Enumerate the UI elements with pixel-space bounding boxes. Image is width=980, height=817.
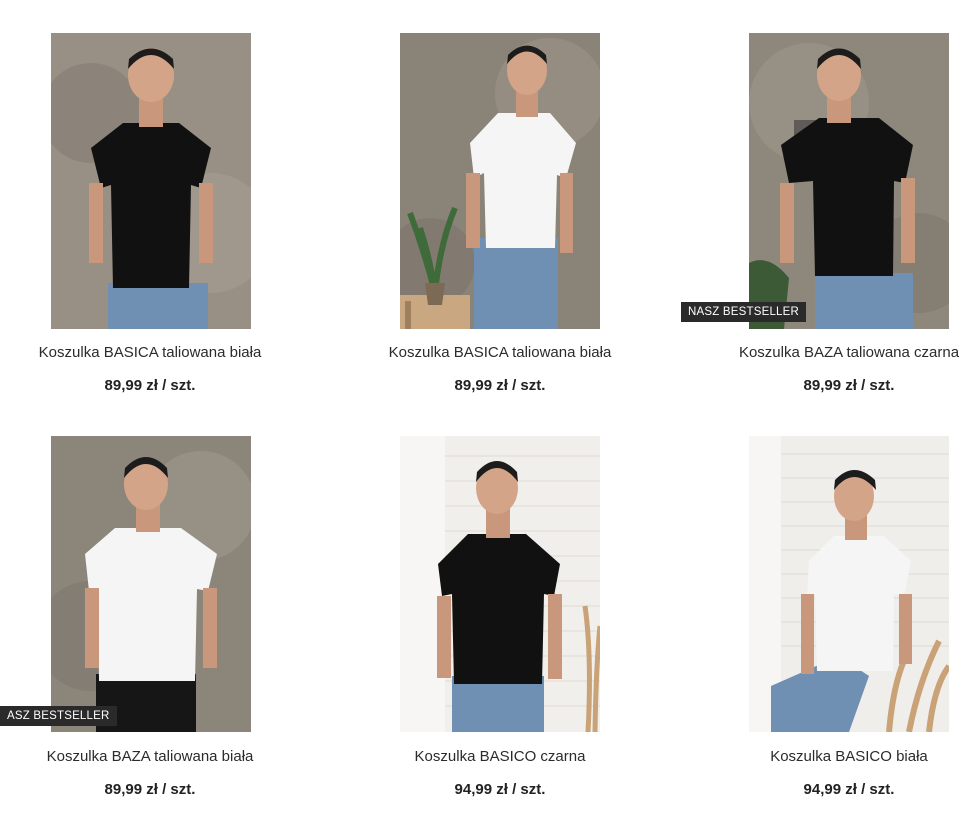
product-image[interactable] (749, 33, 949, 329)
product-grid: Koszulka BASICA taliowana biała 89,99 zł… (0, 0, 980, 817)
product-image[interactable] (400, 33, 600, 329)
product-image[interactable] (51, 436, 251, 732)
product-price: 94,99 zł / szt. (803, 781, 895, 798)
product-image[interactable] (749, 436, 949, 732)
bestseller-badge: ASZ BESTSELLER (0, 706, 117, 726)
product-name[interactable]: Koszulka BASICA taliowana biała (20, 344, 280, 361)
product-price: 89,99 zł / szt. (454, 377, 546, 394)
product-price: 89,99 zł / szt. (104, 377, 196, 394)
product-name[interactable]: Koszulka BASICO czarna (370, 748, 630, 765)
product-name[interactable]: Koszulka BASICA taliowana biała (370, 344, 630, 361)
product-name[interactable]: Koszulka BAZA taliowana biała (20, 748, 280, 765)
bestseller-badge: NASZ BESTSELLER (681, 302, 807, 322)
product-price: 89,99 zł / szt. (803, 377, 895, 394)
product-price: 94,99 zł / szt. (454, 781, 546, 798)
product-image[interactable] (400, 436, 600, 732)
product-price: 89,99 zł / szt. (104, 781, 196, 798)
product-name[interactable]: Koszulka BAZA taliowana czarna (719, 344, 979, 361)
product-name[interactable]: Koszulka BASICO biała (719, 748, 979, 765)
product-image[interactable] (51, 33, 251, 329)
